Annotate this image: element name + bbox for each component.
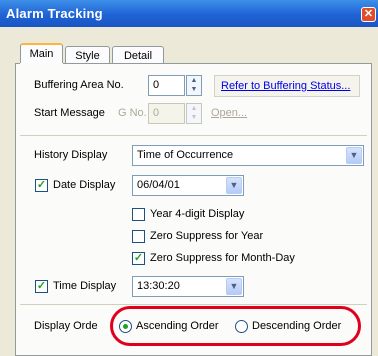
date-display-label: Date Display	[53, 179, 116, 191]
zero-suppress-year-label: Zero Suppress for Year	[150, 230, 264, 242]
chevron-down-icon[interactable]: ▼	[226, 177, 242, 194]
time-display-label: Time Display	[53, 280, 117, 292]
spin-down-icon[interactable]: ▼	[187, 113, 201, 122]
buffering-area-spinner[interactable]: ▲ ▼	[186, 75, 202, 96]
zero-suppress-month-day-checkbox[interactable]: ✓	[132, 252, 145, 265]
highlight-annotation	[110, 306, 361, 346]
history-display-value: Time of Occurrence	[137, 149, 234, 161]
zero-suppress-year-checkbox[interactable]	[132, 230, 145, 243]
buffering-area-input[interactable]: 0	[148, 75, 185, 96]
start-message-label: Start Message	[34, 107, 105, 119]
spin-down-icon[interactable]: ▼	[187, 85, 201, 94]
time-display-value: 13:30:20	[137, 280, 180, 292]
active-tab-joint	[20, 63, 63, 65]
time-display-checkbox[interactable]: ✓	[35, 280, 48, 293]
chevron-down-icon[interactable]: ▼	[346, 147, 362, 164]
buffering-area-label: Buffering Area No.	[34, 79, 124, 91]
g-no-label: G No.	[118, 107, 147, 119]
zero-suppress-month-day-label: Zero Suppress for Month-Day	[150, 252, 295, 264]
spin-up-icon[interactable]: ▲	[187, 76, 201, 85]
divider	[20, 304, 367, 305]
year-4-digit-label: Year 4-digit Display	[150, 208, 245, 220]
date-display-value: 06/04/01	[137, 179, 180, 191]
spin-up-icon[interactable]: ▲	[187, 104, 201, 113]
chevron-down-icon[interactable]: ▼	[226, 278, 242, 295]
divider	[20, 135, 367, 136]
date-display-checkbox[interactable]: ✓	[35, 179, 48, 192]
refer-buffering-status-button[interactable]: Refer to Buffering Status...	[214, 75, 360, 97]
history-display-label: History Display	[34, 149, 108, 161]
display-order-label: Display Orde	[34, 320, 98, 332]
year-4-digit-checkbox[interactable]	[132, 208, 145, 221]
history-display-select[interactable]: Time of Occurrence	[132, 145, 364, 166]
start-message-spinner[interactable]: ▲ ▼	[186, 103, 202, 124]
window-title: Alarm Tracking	[6, 6, 103, 21]
open-button[interactable]: Open...	[211, 107, 247, 119]
close-icon[interactable]: ✕	[361, 7, 376, 22]
start-message-input[interactable]: 0	[148, 103, 185, 124]
refer-buffering-status-link[interactable]: Refer to Buffering Status...	[221, 80, 350, 92]
